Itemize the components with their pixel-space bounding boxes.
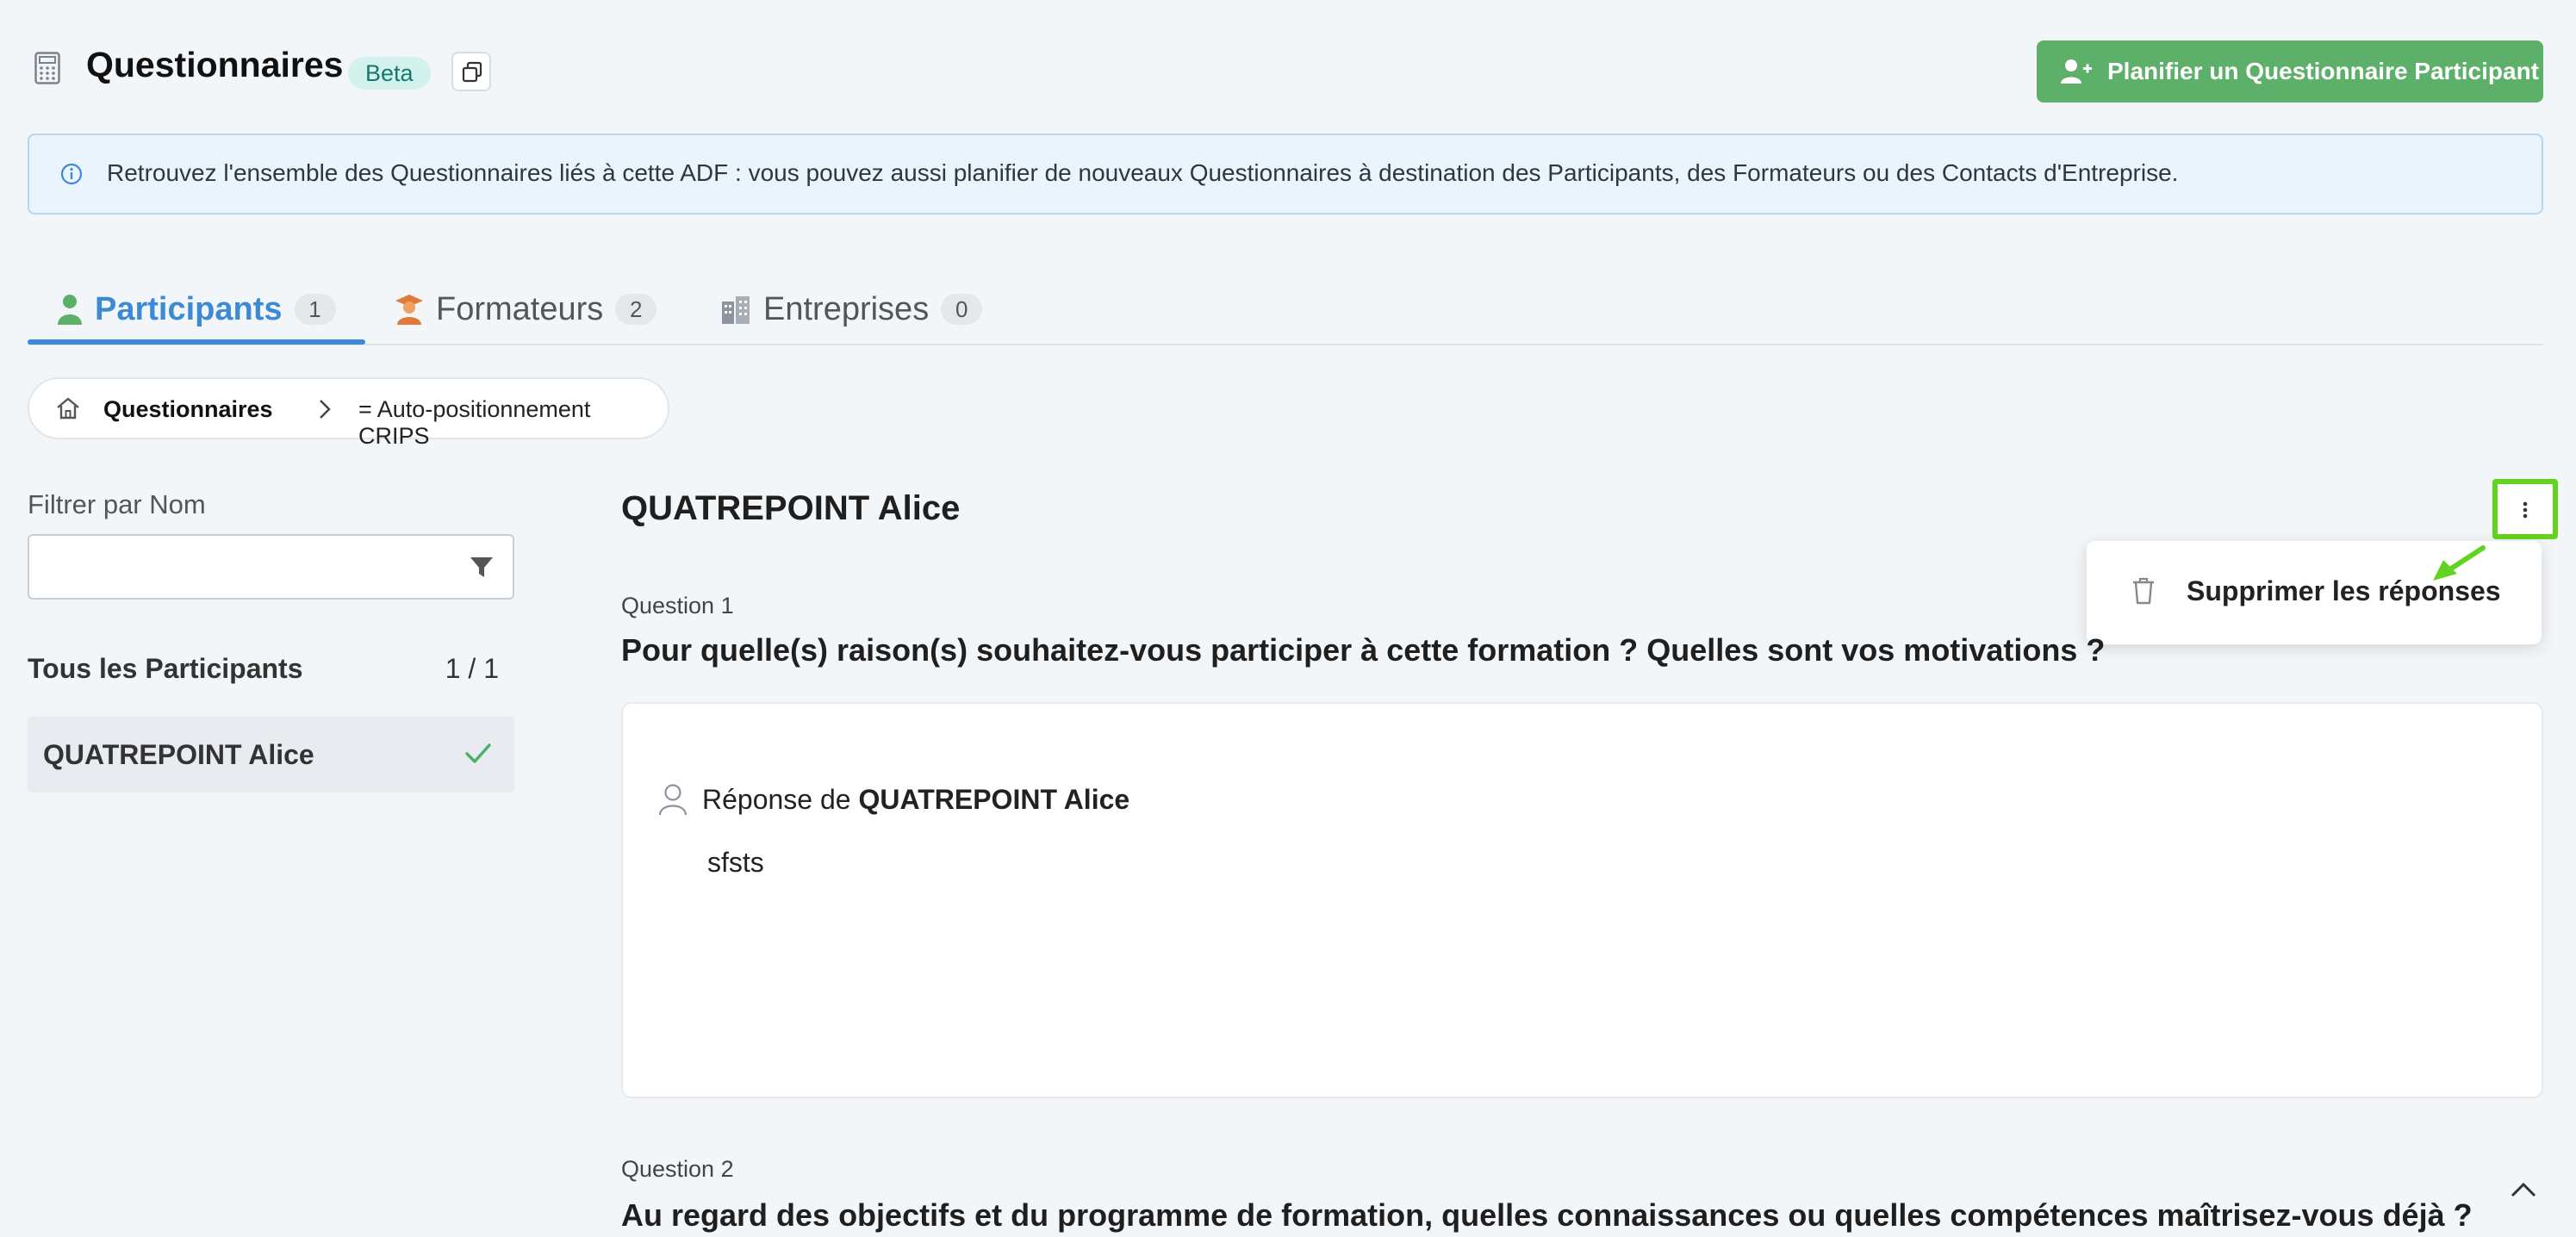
filter-label: Filtrer par Nom — [28, 489, 206, 519]
trash-icon — [2133, 577, 2154, 605]
plan-questionnaire-button[interactable]: Planifier un Questionnaire Participant — [2037, 40, 2543, 103]
breadcrumb-root[interactable]: Questionnaires — [103, 396, 273, 423]
answer-header: Réponse de QUATREPOINT Alice — [657, 783, 1129, 816]
more-vertical-icon — [2523, 501, 2528, 519]
breadcrumb-current: = Auto-positionnement CRIPS — [358, 396, 591, 449]
breadcrumb: Questionnaires = Auto-positionnement CRI… — [28, 377, 669, 449]
all-participants-row[interactable]: Tous les Participants 1 / 1 — [28, 653, 514, 685]
more-options-button[interactable] — [2492, 479, 2558, 539]
answer-prefix: Réponse de — [702, 783, 851, 815]
info-text: Retrouvez l'ensemble des Questionnaires … — [107, 159, 2179, 186]
copy-button[interactable] — [451, 52, 491, 91]
all-participants-label: Tous les Participants — [28, 653, 303, 684]
answer-author: QUATREPOINT Alice — [858, 783, 1130, 815]
copy-icon — [462, 61, 482, 83]
tab-entreprises[interactable]: Entreprises 0 — [720, 272, 983, 346]
plan-button-label: Planifier un Questionnaire Participant — [2107, 58, 2539, 84]
teacher-icon — [395, 295, 423, 325]
tab-label: Entreprises — [763, 290, 930, 327]
participant-heading: QUATREPOINT Alice — [621, 489, 961, 527]
building-icon — [722, 296, 750, 324]
tab-count: 0 — [941, 294, 983, 325]
chevron-up-icon[interactable] — [2509, 1180, 2538, 1199]
check-icon — [465, 743, 491, 763]
all-participants-count: 1 / 1 — [445, 653, 499, 684]
beta-badge: Beta — [348, 57, 431, 90]
tab-count: 1 — [294, 294, 336, 325]
user-plus-icon — [2061, 59, 2092, 84]
person-icon — [58, 295, 82, 325]
annotation-arrow-icon — [2433, 545, 2486, 581]
info-icon — [60, 163, 83, 185]
question-text: Au regard des objectifs et du programme … — [621, 1197, 2473, 1233]
question-label: Question 1 — [621, 593, 734, 618]
user-icon — [658, 784, 688, 816]
filter-icon — [470, 557, 493, 577]
question-label: Question 2 — [621, 1156, 734, 1182]
name-filter-input[interactable] — [28, 534, 514, 600]
home-icon[interactable] — [55, 396, 81, 420]
tab-formateurs[interactable]: Formateurs 2 — [395, 272, 657, 346]
tab-label: Formateurs — [436, 290, 604, 327]
calculator-icon — [34, 52, 60, 84]
tab-count: 2 — [615, 294, 657, 325]
answer-card: Réponse de QUATREPOINT Alice sfsts — [621, 702, 2543, 1098]
participant-name: QUATREPOINT Alice — [43, 739, 314, 770]
tab-participants[interactable]: Participants 1 — [57, 272, 336, 346]
participant-list-item[interactable]: QUATREPOINT Alice — [28, 717, 514, 793]
chevron-right-icon — [320, 400, 331, 419]
page-title: Questionnaires — [86, 45, 344, 84]
info-banner: Retrouvez l'ensemble des Questionnaires … — [28, 134, 2543, 214]
active-tab-indicator — [28, 339, 365, 345]
tab-label: Participants — [95, 290, 283, 327]
question-text: Pour quelle(s) raison(s) souhaitez-vous … — [621, 632, 2106, 668]
answer-text: sfsts — [707, 847, 764, 878]
